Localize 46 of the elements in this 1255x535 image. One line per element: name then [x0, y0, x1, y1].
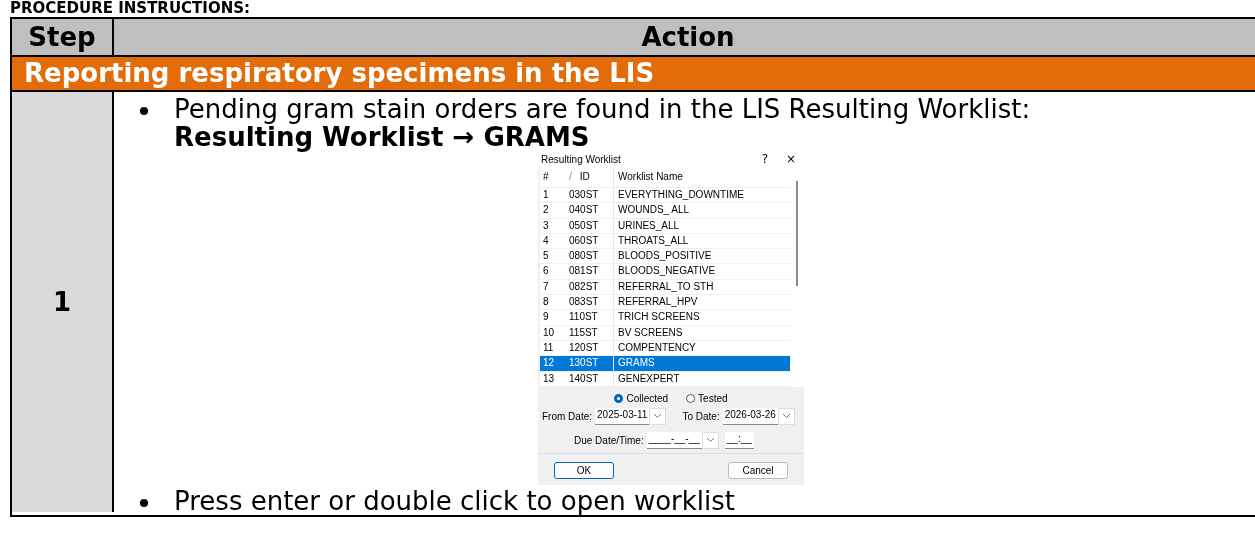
column-header: Step — [12, 19, 114, 55]
radio-icon[interactable] — [686, 393, 696, 403]
date-field[interactable]: 2025-03-11 — [595, 407, 650, 425]
radio-option[interactable]: Collected — [614, 392, 669, 404]
bullet-icon — [140, 498, 148, 507]
cancel-button[interactable]: Cancel — [728, 461, 788, 479]
radio-option[interactable]: Tested — [686, 392, 728, 404]
scrollbar-thumb[interactable] — [796, 181, 798, 286]
section-header: Reporting respiratory specimens in the LIS — [12, 57, 1255, 92]
list-row[interactable]: 9 110ST TRICH SCREENS — [540, 310, 790, 326]
sort-indicator[interactable]: / — [569, 171, 572, 182]
column-header[interactable]: Worklist Name — [614, 167, 790, 187]
radio-icon[interactable] — [614, 393, 624, 403]
list-row[interactable]: 10 115ST BV SCREENS — [540, 325, 790, 341]
list-row[interactable]: 5 080ST BLOODS_POSITIVE — [540, 249, 790, 265]
dropdown-button[interactable] — [649, 407, 667, 425]
column-header[interactable]: # — [540, 167, 563, 187]
list-row[interactable]: 12 130ST GRAMS — [540, 356, 790, 372]
field-label: Due Date/Time: — [574, 434, 644, 446]
page-heading: PROCEDURE INSTRUCTIONS: — [10, 0, 252, 17]
dialog-title: Resulting Worklist — [541, 153, 622, 165]
list-row[interactable]: 1 030ST EVERYTHING_DOWNTIME — [540, 188, 790, 204]
field-label: To Date: — [682, 410, 720, 422]
column-header: Action — [640, 21, 736, 54]
list-row[interactable]: 6 081ST BLOODS_NEGATIVE — [540, 264, 790, 280]
time-field[interactable]: __:__ — [724, 431, 754, 449]
date-field[interactable]: 2026-03-26 — [722, 407, 778, 425]
column-header[interactable]: ID — [579, 171, 590, 182]
list-row[interactable]: 7 082ST REFERRAL_TO STH — [540, 279, 790, 296]
list-row[interactable]: 2 040ST WOUNDS_ ALL — [540, 203, 790, 219]
ok-button[interactable]: OK — [554, 461, 614, 479]
close-button[interactable]: × — [778, 152, 804, 166]
list-row[interactable]: 13 140ST GENEXPERT — [540, 371, 790, 387]
instruction-text: Pending gram stain orders are found in the LIS Resulting Worklist: Resulting Worklist → GRAMS — [174, 95, 1031, 151]
chevron-down-icon — [705, 437, 715, 444]
list-row[interactable]: 4 060ST THROATS_ALL — [540, 233, 790, 250]
bullet-icon — [140, 107, 148, 115]
list-row[interactable]: 8 083ST REFERRAL_HPV — [540, 295, 790, 311]
help-button[interactable]: ? — [752, 152, 778, 166]
list-row[interactable]: 3 050ST URINES_ALL — [540, 218, 790, 234]
date-field[interactable]: ____-__-__ — [646, 431, 702, 449]
field-label: From Date: — [542, 410, 592, 422]
chevron-down-icon — [653, 413, 663, 420]
instruction-text: Press enter or double click to open worklist — [174, 486, 736, 515]
chevron-down-icon — [781, 413, 791, 420]
step-number: 1 — [12, 92, 114, 512]
